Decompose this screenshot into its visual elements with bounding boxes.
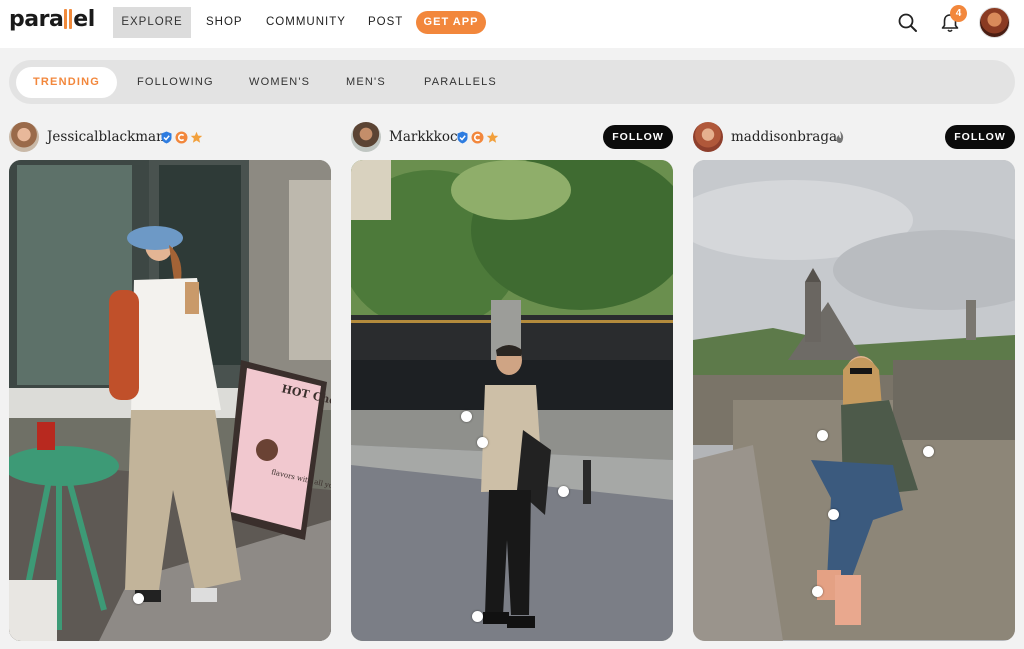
nav-shop[interactable]: SHOP — [206, 7, 243, 38]
follow-button[interactable]: FOLLOW — [945, 125, 1015, 149]
nav-post[interactable]: POST — [368, 7, 403, 38]
post-badges — [456, 130, 499, 144]
nav-explore[interactable]: EXPLORE — [113, 7, 191, 38]
creator-icon — [175, 131, 188, 143]
nav-community[interactable]: COMMUNITY — [266, 7, 346, 38]
post-badges — [834, 130, 846, 144]
feed-filter-tabs: TRENDING FOLLOWING WOMEN'S MEN'S PARALLE… — [9, 60, 1015, 104]
tab-womens[interactable]: WOMEN'S — [249, 67, 310, 98]
product-tag-dot[interactable] — [472, 611, 483, 622]
follow-button[interactable]: FOLLOW — [603, 125, 673, 149]
logo-text-left: para — [9, 7, 64, 32]
post-photo[interactable]: HOT Chocolate flavors with all your fave… — [9, 160, 331, 641]
logo-text-right: el — [73, 7, 95, 32]
user-avatar[interactable] — [979, 7, 1010, 38]
post-username[interactable]: Jessicalblackman — [47, 129, 165, 145]
notification-count-badge: 4 — [950, 5, 967, 22]
product-tag-dot[interactable] — [133, 593, 144, 604]
post-avatar[interactable] — [693, 122, 723, 152]
product-tag-dot[interactable] — [558, 486, 569, 497]
verified-icon — [161, 131, 172, 143]
post-photo[interactable] — [351, 160, 673, 641]
product-tag-dot[interactable] — [828, 509, 839, 520]
post-username[interactable]: maddisonbraga — [731, 129, 837, 145]
product-tag-dot[interactable] — [461, 411, 472, 422]
product-tag-dot[interactable] — [817, 430, 828, 441]
post-avatar[interactable] — [351, 122, 381, 152]
post-card: maddisonbraga FOLLOW — [693, 122, 1015, 641]
post-header: Markkkoc FOLLOW — [351, 122, 673, 154]
post-photo[interactable] — [693, 160, 1015, 641]
get-app-button[interactable]: GET APP — [416, 11, 486, 34]
product-tag-dot[interactable] — [812, 586, 823, 597]
post-badges — [160, 130, 203, 144]
post-card: Markkkoc FOLLOW — [351, 122, 673, 641]
parallel-logo[interactable]: para el — [9, 7, 95, 32]
top-navigation: para el EXPLORE SHOP COMMUNITY POST GET A… — [0, 0, 1024, 48]
flame-icon — [836, 131, 844, 143]
post-header: maddisonbraga FOLLOW — [693, 122, 1015, 154]
post-username[interactable]: Markkkoc — [389, 129, 458, 145]
tab-following[interactable]: FOLLOWING — [137, 67, 214, 98]
product-tag-dot[interactable] — [477, 437, 488, 448]
post-avatar[interactable] — [9, 122, 39, 152]
search-icon[interactable] — [895, 10, 921, 36]
product-tag-dot[interactable] — [923, 446, 934, 457]
tab-mens[interactable]: MEN'S — [346, 67, 386, 98]
star-icon — [486, 131, 499, 143]
post-header: Jessicalblackman — [9, 122, 331, 154]
tab-parallels[interactable]: PARALLELS — [424, 67, 497, 98]
creator-icon — [471, 131, 484, 143]
tab-trending[interactable]: TRENDING — [16, 67, 117, 98]
post-card: Jessicalblackman HOT Chocolate flavors w… — [9, 122, 331, 641]
verified-icon — [457, 131, 468, 143]
star-icon — [190, 131, 203, 143]
